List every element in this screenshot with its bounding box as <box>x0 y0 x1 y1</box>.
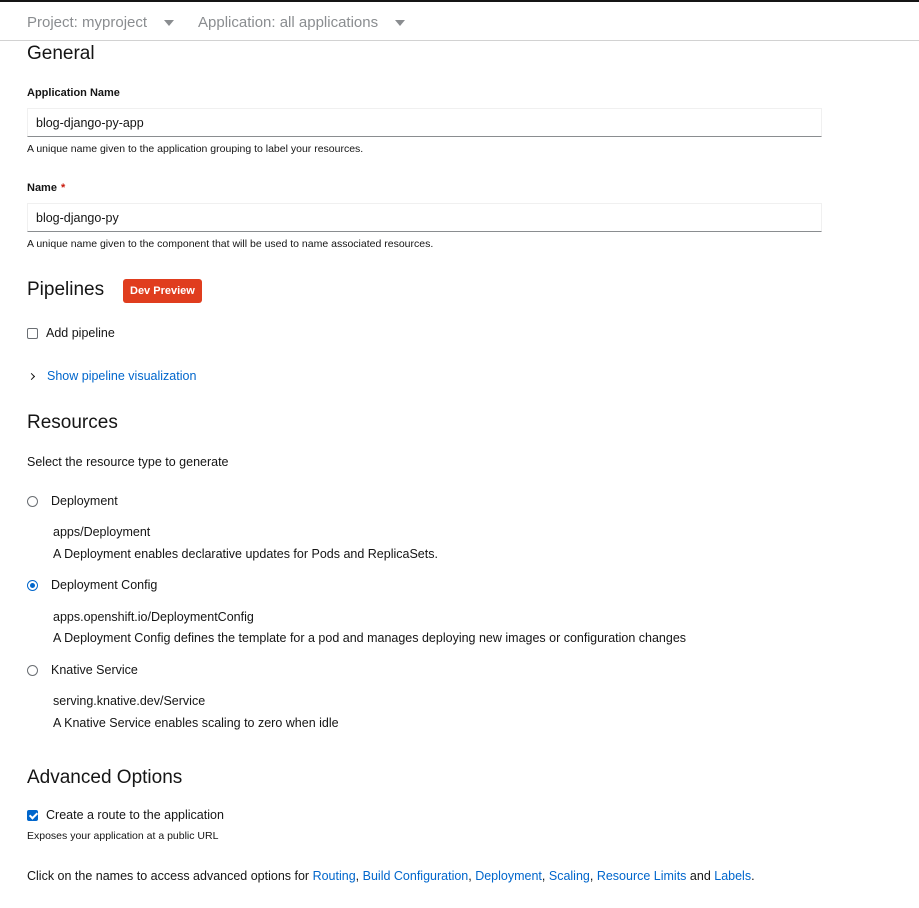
add-pipeline-label: Add pipeline <box>46 326 115 340</box>
resource-limits-link[interactable]: Resource Limits <box>597 869 687 883</box>
knative-service-label[interactable]: Knative Service <box>51 662 138 678</box>
show-pipeline-visualization-label: Show pipeline visualization <box>47 369 197 383</box>
advanced-links-prefix: Click on the names to access advanced op… <box>27 869 313 883</box>
deployment-config-label[interactable]: Deployment Config <box>51 577 157 593</box>
resources-description: Select the resource type to generate <box>27 455 229 469</box>
advanced-links-suffix: . <box>751 869 755 883</box>
chevron-right-icon <box>27 372 36 380</box>
name-input[interactable] <box>27 203 822 232</box>
dev-preview-badge: Dev Preview <box>123 279 202 303</box>
deployment-description: A Deployment enables declarative updates… <box>53 547 438 561</box>
caret-down-icon <box>395 20 406 26</box>
project-dropdown[interactable]: Project: myproject <box>27 12 175 32</box>
advanced-options-links: Click on the names to access advanced op… <box>27 868 755 884</box>
build-configuration-link[interactable]: Build Configuration <box>363 869 469 883</box>
show-pipeline-visualization-toggle[interactable]: Show pipeline visualization <box>27 369 196 383</box>
application-dropdown[interactable]: Application: all applications <box>198 12 406 32</box>
routing-link[interactable]: Routing <box>313 869 356 883</box>
context-bar: Project: myproject Application: all appl… <box>0 2 919 41</box>
create-route-label: Create a route to the application <box>46 808 224 822</box>
name-label-text: Name <box>27 182 57 194</box>
create-route-checkbox[interactable]: Create a route to the application <box>27 808 224 822</box>
deployment-api: apps/Deployment <box>53 525 151 539</box>
deployment-label[interactable]: Deployment <box>51 493 118 509</box>
resources-heading: Resources <box>27 412 118 433</box>
name-label: Name * <box>27 181 65 195</box>
radio-deployment[interactable] <box>27 496 38 507</box>
caret-down-icon <box>164 20 175 26</box>
application-name-label: Application Name <box>27 87 120 99</box>
knative-service-description: A Knative Service enables scaling to zer… <box>53 716 339 730</box>
separator: and <box>686 869 715 883</box>
pipelines-heading: Pipelines <box>27 279 105 300</box>
scaling-link[interactable]: Scaling <box>549 869 590 883</box>
create-route-help: Exposes your application at a public URL <box>27 830 219 842</box>
separator: , <box>355 869 363 883</box>
advanced-options-heading: Advanced Options <box>27 767 183 788</box>
deployment-config-api: apps.openshift.io/DeploymentConfig <box>53 610 254 624</box>
name-help: A unique name given to the component tha… <box>27 238 434 250</box>
knative-service-api: serving.knative.dev/Service <box>53 694 206 708</box>
checkbox-checked-icon[interactable] <box>27 809 38 821</box>
deployment-link[interactable]: Deployment <box>475 869 542 883</box>
separator: , <box>541 869 549 883</box>
general-heading: General <box>27 43 95 64</box>
application-name-input[interactable] <box>27 108 822 137</box>
application-dropdown-label: Application: all applications <box>198 13 379 31</box>
deployment-config-description: A Deployment Config defines the template… <box>53 631 687 645</box>
radio-knative-service[interactable] <box>27 665 38 676</box>
checkbox-unchecked-icon[interactable] <box>27 327 38 339</box>
project-dropdown-label: Project: myproject <box>27 13 148 31</box>
labels-link[interactable]: Labels <box>714 869 751 883</box>
application-name-help: A unique name given to the application g… <box>27 143 364 155</box>
separator: , <box>589 869 597 883</box>
add-pipeline-checkbox[interactable]: Add pipeline <box>27 326 115 340</box>
radio-deployment-config[interactable] <box>27 580 38 591</box>
required-asterisk: * <box>60 182 66 194</box>
